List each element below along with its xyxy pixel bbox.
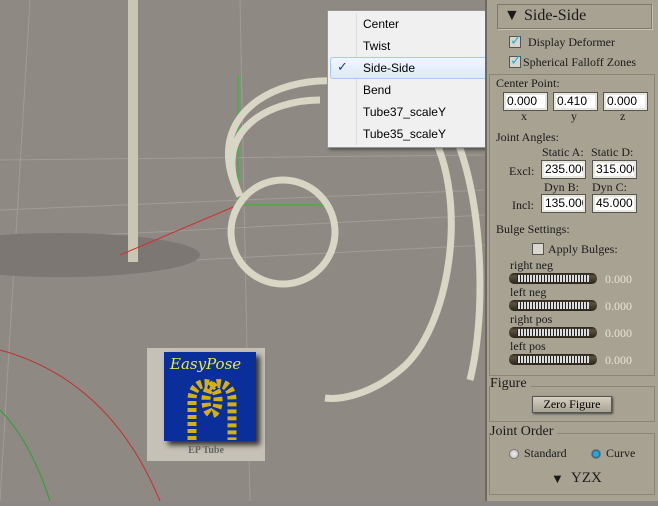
curve-radio[interactable] — [591, 449, 601, 459]
static-d-input[interactable]: 315.000 — [592, 160, 637, 179]
apply-bulges-checkbox[interactable] — [532, 243, 544, 255]
menu-item-center[interactable]: Center — [330, 13, 489, 35]
left-pos-slider[interactable] — [509, 354, 597, 365]
standard-label: Standard — [524, 446, 567, 460]
y-label: y — [571, 109, 577, 123]
center-y-input[interactable]: 0.410 — [553, 92, 598, 111]
display-deformer-checkbox[interactable] — [509, 33, 522, 49]
incl-label: Incl: — [512, 198, 534, 212]
excl-label: Excl: — [509, 164, 535, 178]
dropdown-arrow-icon: ▼ — [551, 471, 564, 486]
dyn-c-input[interactable]: 45.000 — [592, 194, 637, 213]
center-point-label: Center Point: — [496, 76, 560, 90]
apply-bulges-label: Apply Bulges: — [548, 242, 618, 256]
deformer-dropdown-menu[interactable]: Center Twist ✓ Side-Side Bend Tube37_scal… — [327, 10, 492, 148]
slider-label: left pos — [510, 339, 546, 353]
slider-label: right pos — [510, 312, 553, 326]
joint-order-label: Joint Order — [490, 424, 558, 440]
menu-item-tube37-scaley[interactable]: Tube37_scaleY — [330, 101, 489, 123]
dyn-b-label: Dyn B: — [544, 180, 580, 194]
rotation-order-value: YZX — [571, 470, 602, 486]
menu-item-twist[interactable]: Twist — [330, 35, 489, 57]
center-x-input[interactable]: 0.000 — [503, 92, 548, 111]
menu-item-side-side[interactable]: ✓ Side-Side — [330, 57, 489, 79]
dyn-b-input[interactable]: 135.000 — [541, 194, 586, 213]
center-z-input[interactable]: 0.000 — [603, 92, 648, 111]
display-deformer-label: Display Deformer — [528, 35, 615, 49]
dyn-c-label: Dyn C: — [592, 180, 628, 194]
pole — [128, 0, 138, 262]
logo-title: EasyPose — [170, 355, 242, 373]
bulge-settings-label: Bulge Settings: — [496, 222, 570, 236]
standard-radio[interactable] — [509, 449, 519, 459]
right-neg-slider[interactable] — [509, 273, 597, 284]
x-label: x — [521, 109, 527, 123]
static-a-label: Static A: — [542, 145, 584, 159]
slider-label: left neg — [510, 285, 547, 299]
slider-value: 0.000 — [605, 299, 632, 313]
ground-shadow — [0, 233, 200, 277]
tube-logo-icon — [187, 379, 237, 440]
joint-angles-label: Joint Angles: — [496, 130, 560, 144]
slider-label: right neg — [510, 258, 553, 272]
checkmark-icon: ✓ — [337, 60, 348, 75]
spherical-falloff-label: Spherical Falloff Zones — [523, 55, 637, 69]
z-label: z — [620, 109, 626, 123]
spherical-falloff-checkbox[interactable] — [509, 53, 522, 69]
dropdown-arrow-icon: ▼ — [504, 7, 520, 24]
properties-panel: ▼ Side-Side Display Deformer Spherical F… — [485, 0, 658, 501]
menu-item-bend[interactable]: Bend — [330, 79, 489, 101]
slider-value: 0.000 — [605, 353, 632, 367]
right-pos-slider[interactable] — [509, 327, 597, 338]
left-neg-slider[interactable] — [509, 300, 597, 311]
deformer-select[interactable]: ▼ Side-Side — [497, 4, 652, 29]
menu-item-label: Side-Side — [363, 61, 416, 75]
menu-item-tube35-scaley[interactable]: Tube35_scaleY — [330, 123, 489, 145]
slider-value: 0.000 — [605, 326, 632, 340]
curve-label: Curve — [606, 446, 636, 460]
figure-label: Figure — [490, 376, 531, 392]
zero-figure-button[interactable]: Zero Figure — [532, 396, 612, 413]
slider-value: 0.000 — [605, 272, 632, 286]
deformer-name: Side-Side — [524, 7, 587, 24]
static-a-input[interactable]: 235.000 — [541, 160, 586, 179]
easypose-logo[interactable]: EasyPose EP Tube — [147, 348, 265, 461]
logo-caption: EP Tube — [188, 445, 224, 456]
static-d-label: Static D: — [591, 145, 634, 159]
